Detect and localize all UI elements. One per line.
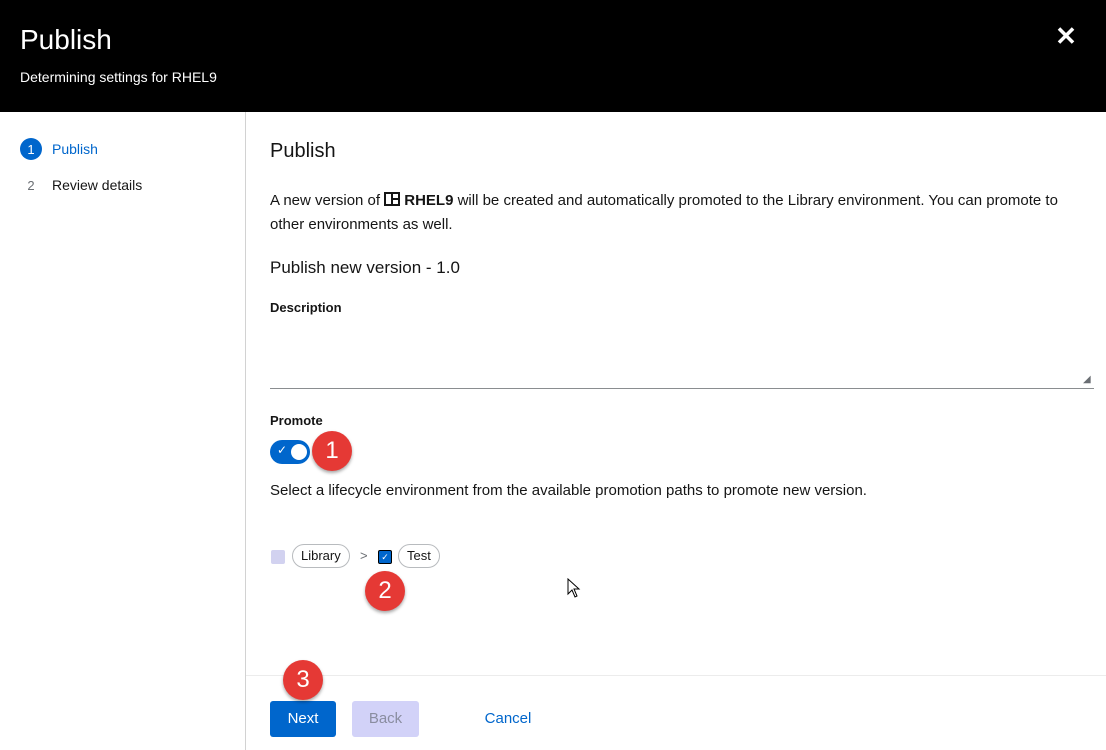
modal-subtitle: Determining settings for RHEL9: [20, 69, 217, 85]
check-icon: ✓: [277, 443, 288, 457]
next-button[interactable]: Next: [270, 701, 336, 737]
callout-marker-3: 3: [283, 660, 323, 700]
version-heading: Publish new version - 1.0: [270, 258, 460, 277]
step-label: Publish: [52, 141, 98, 157]
modal-title: Publish: [20, 24, 112, 55]
intro-text: A new version of RHEL9 will be created a…: [270, 189, 1070, 237]
back-button: Back: [352, 701, 419, 737]
page-title: Publish: [270, 140, 336, 162]
wizard-nav: 1 Publish 2 Review details: [0, 112, 246, 750]
wizard-step-review-details[interactable]: 2 Review details: [20, 174, 142, 196]
description-field[interactable]: [270, 328, 1094, 389]
promote-label: Promote: [270, 413, 323, 428]
mouse-cursor-icon: [567, 578, 581, 598]
promote-toggle[interactable]: ✓: [270, 440, 310, 464]
path-separator: >: [360, 548, 368, 563]
step-label: Review details: [52, 177, 143, 193]
env-chip-test: Test: [398, 544, 440, 568]
close-icon[interactable]: ✕: [1052, 22, 1080, 50]
library-checkbox: [271, 550, 285, 564]
toggle-knob: [291, 444, 307, 460]
cancel-button[interactable]: Cancel: [472, 701, 544, 737]
content-view-name: RHEL9: [404, 192, 454, 209]
footer-divider: [246, 675, 1106, 676]
callout-marker-2: 2: [365, 571, 405, 611]
callout-marker-1: 1: [312, 431, 352, 471]
modal-header: Publish Determining settings for RHEL9 ✕: [0, 0, 1106, 112]
resize-handle-icon[interactable]: ◢: [1083, 374, 1091, 385]
step-number: 2: [27, 177, 35, 193]
step-number: 1: [20, 138, 42, 160]
wizard-body: Publish A new version of RHEL9 will be c…: [246, 112, 1106, 750]
intro-prefix: A new version of: [270, 192, 385, 209]
env-chip-library: Library: [292, 544, 350, 568]
test-checkbox[interactable]: ✓: [378, 550, 392, 564]
content-view-icon: [384, 192, 401, 206]
promote-helper-text: Select a lifecycle environment from the …: [270, 482, 867, 499]
wizard-step-publish[interactable]: 1 Publish: [20, 138, 98, 160]
description-label: Description: [270, 300, 342, 315]
